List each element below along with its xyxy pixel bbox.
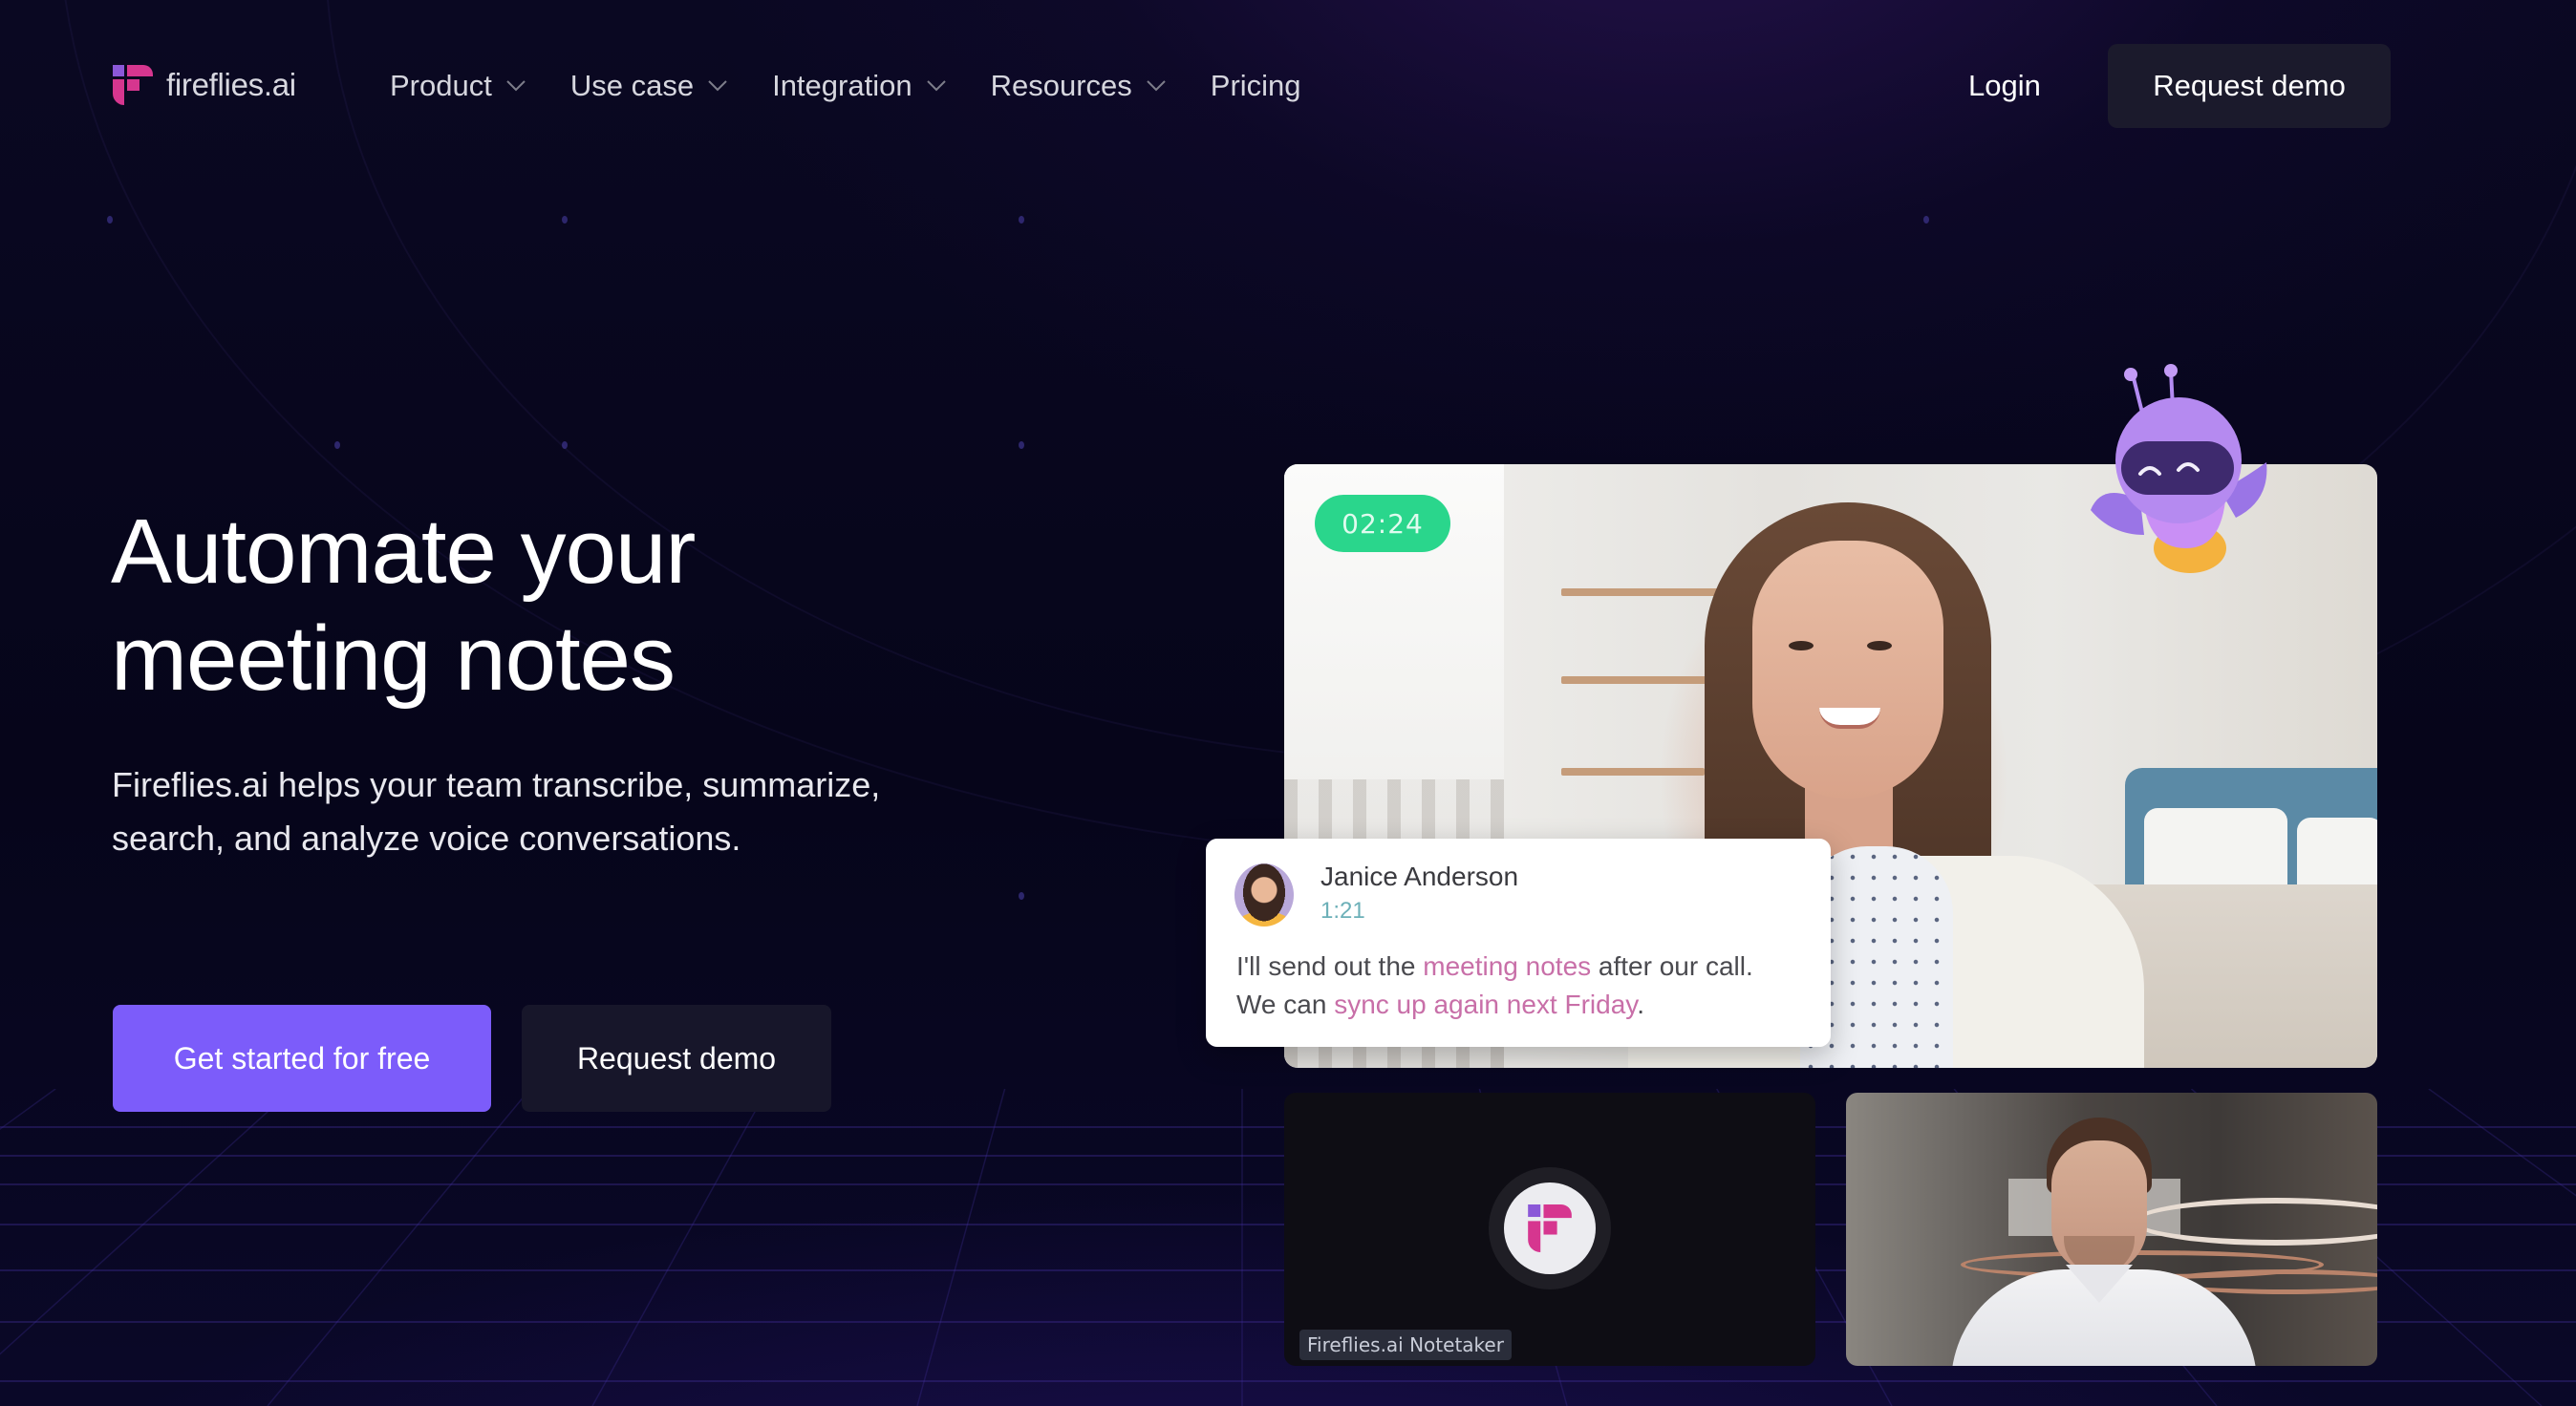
fred-robot-mascot-icon bbox=[2091, 364, 2267, 573]
nav-item-label: Pricing bbox=[1210, 69, 1301, 102]
hero-title-line: Automate your bbox=[111, 501, 696, 603]
nav-item-label: Integration bbox=[772, 69, 912, 102]
chevron-down-icon bbox=[708, 80, 727, 92]
caption-text-segment: . bbox=[1637, 990, 1644, 1019]
video-background-shelf bbox=[1561, 768, 1705, 776]
participant-face bbox=[1752, 541, 1943, 799]
notetaker-avatar bbox=[1489, 1167, 1611, 1289]
page: fireflies.ai Product Use case Integratio… bbox=[0, 0, 2576, 1406]
background-dot bbox=[562, 441, 568, 449]
video-background-shelf bbox=[1561, 588, 1724, 596]
brand-logo[interactable]: fireflies.ai bbox=[113, 65, 296, 105]
chevron-down-icon bbox=[506, 80, 526, 92]
notetaker-avatar-circle bbox=[1504, 1182, 1596, 1274]
chevron-down-icon bbox=[1147, 80, 1166, 92]
caption-text-segment: We can bbox=[1236, 990, 1335, 1019]
background-dot bbox=[1923, 216, 1929, 224]
background-dot bbox=[334, 441, 340, 449]
hero-title: Automate your meeting notes bbox=[111, 499, 1066, 713]
nav-item-product[interactable]: Product bbox=[390, 63, 526, 109]
hero-request-demo-button[interactable]: Request demo bbox=[522, 1005, 831, 1112]
participant-eye bbox=[1867, 641, 1892, 650]
hero-subtitle-line: search, and analyze voice conversations. bbox=[112, 819, 741, 858]
participant-video-tile bbox=[1846, 1093, 2377, 1366]
chevron-down-icon bbox=[926, 80, 946, 92]
grid-line bbox=[267, 1089, 531, 1406]
background-dot bbox=[107, 216, 113, 224]
hero-subtitle-line: Fireflies.ai helps your team transcribe,… bbox=[112, 765, 881, 804]
notetaker-label: Fireflies.ai Notetaker bbox=[1299, 1330, 1512, 1360]
nav-item-label: Use case bbox=[569, 69, 695, 102]
video-background-lamp bbox=[2133, 1198, 2377, 1246]
nav-item-use-case[interactable]: Use case bbox=[570, 63, 728, 109]
grid-line bbox=[591, 1089, 768, 1406]
login-link[interactable]: Login bbox=[1968, 63, 2041, 109]
caption-text: I'll send out the meeting notes after ou… bbox=[1236, 948, 1819, 1024]
nav-item-label: Resources bbox=[990, 69, 1132, 102]
nav-request-demo-button[interactable]: Request demo bbox=[2108, 44, 2391, 128]
nav-item-label: Product bbox=[390, 69, 492, 102]
notetaker-video-tile: Fireflies.ai Notetaker bbox=[1284, 1093, 1815, 1366]
fireflies-logo-icon bbox=[113, 65, 153, 105]
hero-title-line: meeting notes bbox=[111, 607, 676, 710]
caption-keyword-highlight: sync up again next Friday bbox=[1334, 990, 1638, 1019]
caption-timestamp: 1:21 bbox=[1320, 898, 1365, 924]
grid-line bbox=[0, 1089, 56, 1131]
top-navigation: fireflies.ai Product Use case Integratio… bbox=[0, 0, 2576, 172]
hero-subtitle: Fireflies.ai helps your team transcribe,… bbox=[112, 758, 1067, 865]
participant-eye bbox=[1789, 641, 1814, 650]
get-started-button[interactable]: Get started for free bbox=[113, 1005, 491, 1112]
recording-timer: 02:24 bbox=[1315, 495, 1450, 552]
background-dot bbox=[1019, 892, 1024, 900]
background-dot bbox=[562, 216, 568, 224]
brand-name: fireflies.ai bbox=[166, 67, 296, 102]
background-dot bbox=[1019, 441, 1024, 449]
grid-line bbox=[2428, 1089, 2576, 1197]
caption-text-segment: I'll send out the bbox=[1236, 951, 1424, 981]
nav-item-integration[interactable]: Integration bbox=[772, 63, 947, 109]
grid-line bbox=[916, 1089, 1006, 1406]
caption-text-segment: after our call. bbox=[1591, 951, 1753, 981]
caption-keyword-highlight: meeting notes bbox=[1423, 951, 1592, 981]
nav-item-resources[interactable]: Resources bbox=[991, 63, 1167, 109]
video-background-shelf bbox=[1561, 676, 1714, 684]
background-dot bbox=[1019, 216, 1024, 224]
speaker-name: Janice Anderson bbox=[1320, 862, 1519, 891]
speaker-avatar bbox=[1234, 863, 1294, 927]
grid-line bbox=[0, 1089, 293, 1355]
transcript-caption-card: Janice Anderson 1:21 I'll send out the m… bbox=[1206, 839, 1831, 1047]
nav-item-pricing[interactable]: Pricing bbox=[1211, 63, 1301, 109]
main-menu: Product Use case Integration Resources P… bbox=[390, 63, 1345, 109]
fireflies-logo-icon bbox=[1528, 1204, 1572, 1252]
